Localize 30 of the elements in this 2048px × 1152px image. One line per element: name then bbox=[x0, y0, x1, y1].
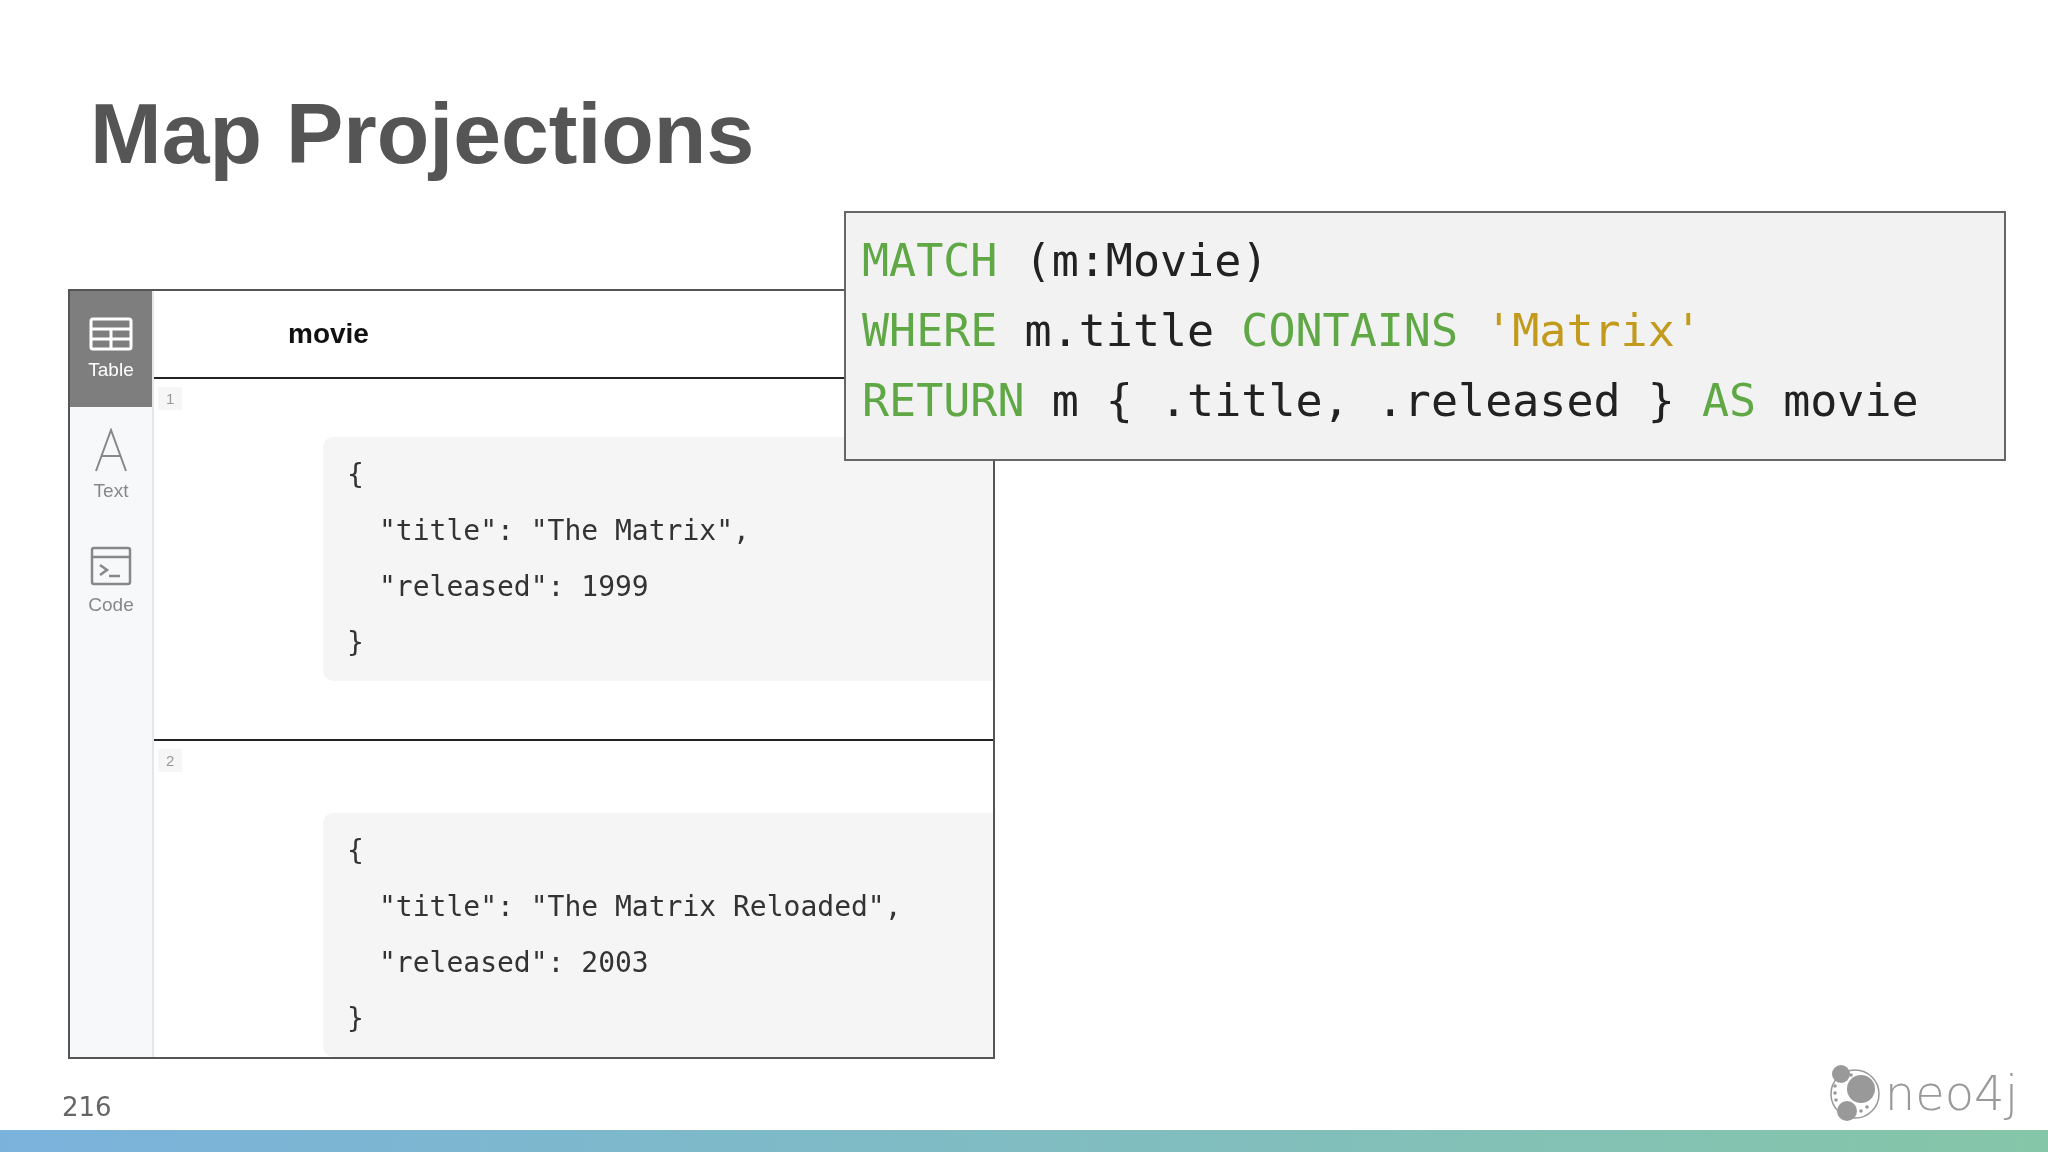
string-literal: 'Matrix' bbox=[1485, 304, 1702, 358]
code-line: } bbox=[347, 1001, 365, 1038]
page-number: 216 bbox=[62, 1092, 112, 1122]
keyword: AS bbox=[1701, 374, 1757, 428]
terminal-icon bbox=[90, 546, 132, 587]
code-line: "released": 2003 bbox=[378, 945, 650, 982]
code-text: m.title bbox=[1023, 304, 1216, 358]
code-line: "title": "The Matrix Reloaded", bbox=[378, 889, 903, 926]
view-tab[interactable]: Table bbox=[70, 291, 152, 408]
code-line: { bbox=[347, 833, 365, 870]
view-tab[interactable]: Text bbox=[70, 407, 152, 524]
row-number: 2 bbox=[158, 749, 183, 773]
column-header: movie bbox=[288, 317, 369, 350]
letter-icon bbox=[93, 428, 129, 473]
logo-text: neo4j bbox=[1884, 1065, 2018, 1121]
keyword: MATCH bbox=[862, 234, 998, 288]
keyword: WHERE bbox=[862, 304, 998, 358]
code-text: m { .title, .released } bbox=[1050, 374, 1676, 428]
code-text: movie bbox=[1782, 374, 1919, 428]
code-line: "title": "The Matrix", bbox=[378, 512, 751, 549]
code-line: { bbox=[347, 456, 365, 493]
keyword: CONTAINS bbox=[1241, 304, 1460, 358]
row-number: 1 bbox=[158, 386, 183, 410]
table-icon bbox=[89, 317, 133, 352]
view-tab[interactable]: Code bbox=[70, 523, 152, 640]
slide-title: Map Projections bbox=[90, 84, 755, 183]
keyword: RETURN bbox=[862, 374, 1025, 428]
code-line: "released": 1999 bbox=[378, 568, 650, 605]
code-text: (m:Movie) bbox=[1023, 234, 1269, 288]
code-line: } bbox=[347, 624, 365, 661]
